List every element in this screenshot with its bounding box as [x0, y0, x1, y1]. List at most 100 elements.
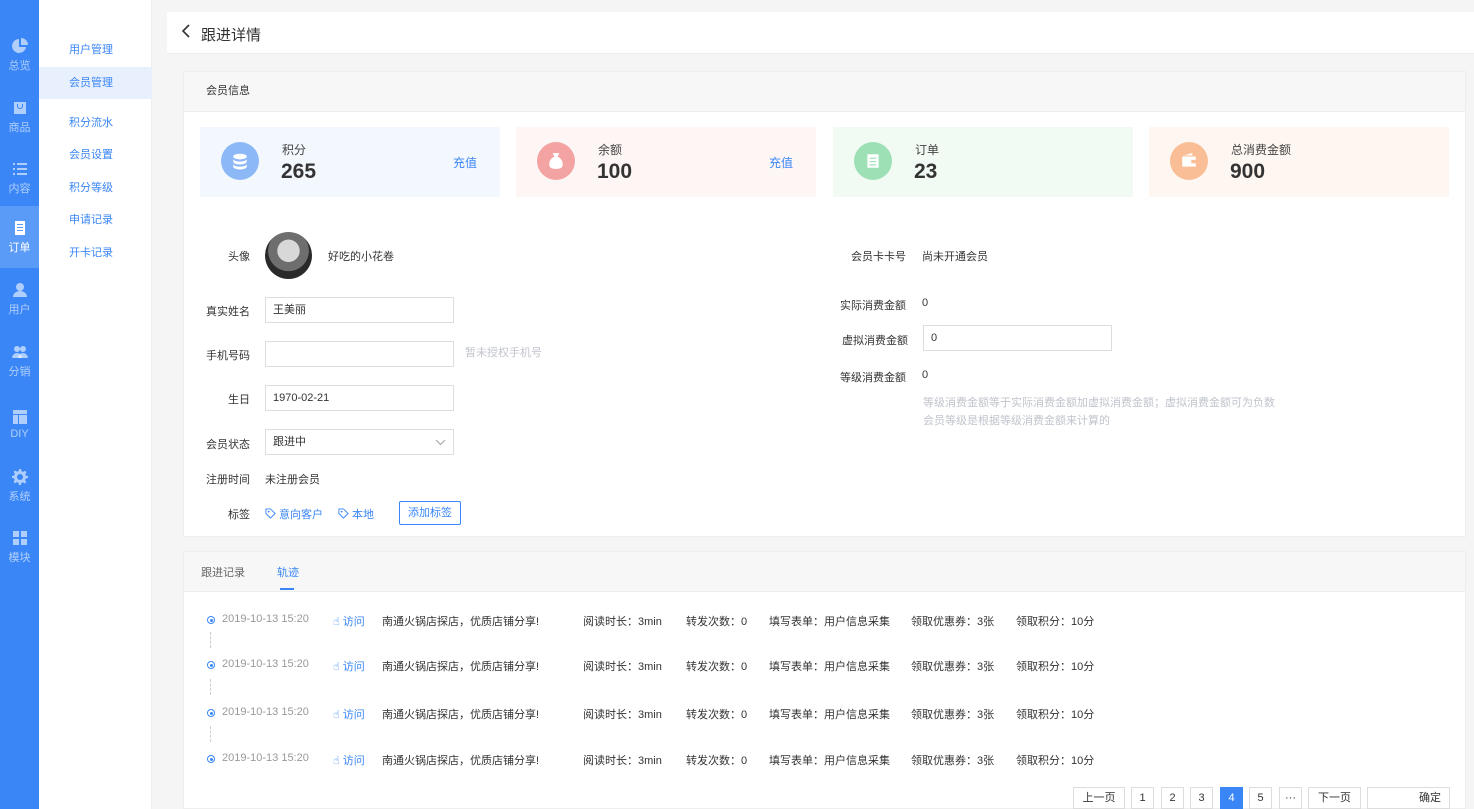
timeline-time: 2019-10-13 15:20 [222, 706, 309, 718]
birthday-label: 生日 [228, 394, 250, 406]
nav-label: 分销 [8, 365, 31, 378]
page-jump-input[interactable]: 确定 [1367, 787, 1450, 809]
timeline-points: 领取积分：10分 [1016, 616, 1095, 628]
page-button[interactable]: 1 [1131, 787, 1154, 809]
prev-page-button[interactable]: 上一页 [1073, 787, 1125, 809]
stat-label: 余额 [598, 143, 623, 157]
birthday-input[interactable]: 1970-02-21 [265, 385, 454, 411]
nav-users[interactable]: 用户 [0, 268, 39, 330]
timeline-type: ☝ 访问 [333, 658, 365, 674]
nav-label: 商品 [8, 121, 31, 134]
nav-products[interactable]: 商品 [0, 86, 39, 148]
nav-overview[interactable]: 总览 [0, 24, 39, 86]
nav-label: 模块 [8, 551, 31, 564]
recharge-points-link[interactable]: 充值 [453, 154, 477, 171]
nav-system[interactable]: 系统 [0, 455, 39, 517]
sub-nav: 用户管理 会员管理 积分流水 会员设置 积分等级 申请记录 开卡记录 [39, 0, 152, 809]
timeline-connector [210, 632, 211, 648]
page-ellipsis[interactable]: ··· [1279, 787, 1302, 809]
tab-trajectory[interactable]: 轨迹 [277, 564, 299, 580]
timeline-share: 转发次数：0 [686, 616, 748, 628]
page-button-current[interactable]: 4 [1220, 787, 1243, 809]
timeline-coupon: 领取优惠券：3张 [911, 709, 995, 721]
timeline-title[interactable]: 南通火锅店探店，优质店铺分享! [382, 658, 539, 674]
timeline-connector [210, 726, 211, 742]
tab-follow-records[interactable]: 跟进记录 [201, 564, 245, 580]
coins-icon [221, 142, 259, 180]
page-title: 跟进详情 [201, 27, 262, 44]
tag-label: 意向客户 [279, 509, 323, 521]
virtual-spend-label: 虚拟消费金额 [842, 335, 908, 347]
subnav-apply-records[interactable]: 申请记录 [39, 204, 152, 236]
stat-total-spend: 总消费金额 900 [1149, 127, 1449, 197]
status-select[interactable]: 跟进中 [265, 429, 454, 455]
timeline-coupon: 领取优惠券：3张 [911, 755, 995, 767]
real-name-label: 真实姓名 [206, 306, 250, 318]
level-spend-hint: 等级消费金额等于实际消费金额加虚拟消费金额；虚拟消费金额可为负数 [923, 397, 1275, 409]
nav-modules[interactable]: 模块 [0, 516, 39, 578]
wallet-icon [1170, 142, 1208, 180]
subnav-points-level[interactable]: 积分等级 [39, 172, 152, 204]
section-title: 会员信息 [184, 72, 1465, 112]
timeline-form: 填写表单：用户信息采集 [769, 661, 890, 673]
nav-diy[interactable]: DIY [0, 393, 39, 455]
subnav-member-management[interactable]: 会员管理 [39, 67, 152, 99]
nav-distribution[interactable]: 分销 [0, 330, 39, 392]
nav-content[interactable]: 内容 [0, 147, 39, 209]
document-icon [14, 220, 25, 235]
timeline-type-label: 访问 [342, 616, 365, 628]
subnav-points-flow[interactable]: 积分流水 [39, 107, 152, 139]
timeline-points: 领取积分：10分 [1016, 755, 1095, 767]
timeline-form: 填写表单：用户信息采集 [769, 709, 890, 721]
status-label: 会员状态 [206, 439, 250, 451]
timeline-title[interactable]: 南通火锅店探店，优质店铺分享! [382, 613, 539, 629]
next-page-button[interactable]: 下一页 [1308, 787, 1361, 809]
nav-label: 内容 [8, 182, 31, 195]
confirm-jump-button[interactable]: 确定 [1419, 792, 1441, 804]
subnav-user-management[interactable]: 用户管理 [39, 34, 152, 66]
nav-label: 用户 [8, 303, 31, 316]
add-tag-button[interactable]: 添加标签 [399, 501, 461, 525]
tag-local[interactable]: 本地 [338, 506, 374, 522]
timeline-title[interactable]: 南通火锅店探店，优质店铺分享! [382, 706, 539, 722]
phone-label: 手机号码 [206, 350, 250, 362]
page-button[interactable]: 5 [1249, 787, 1272, 809]
bag-icon [13, 101, 26, 114]
phone-input[interactable] [265, 341, 454, 367]
main-nav-rail: 总览 商品 内容 订单 用户 分销 DIY 系统 模块 [0, 0, 39, 809]
order-list-icon [854, 142, 892, 180]
timeline-connector [210, 679, 211, 695]
status-value: 跟进中 [273, 436, 306, 448]
subnav-member-settings[interactable]: 会员设置 [39, 139, 152, 171]
card-no-value: 尚未开通会员 [922, 251, 988, 263]
avatar [265, 232, 312, 279]
subnav-card-records[interactable]: 开卡记录 [39, 237, 152, 269]
register-label: 注册时间 [206, 474, 250, 486]
timeline-type-label: 访问 [342, 661, 365, 673]
timeline-title[interactable]: 南通火锅店探店，优质店铺分享! [382, 752, 539, 768]
tag-intent-customer[interactable]: 意向客户 [265, 506, 323, 522]
timeline-points: 领取积分：10分 [1016, 661, 1095, 673]
page-button[interactable]: 2 [1161, 787, 1184, 809]
page-button[interactable]: 3 [1190, 787, 1213, 809]
pointer-icon: ☝ [333, 661, 340, 673]
user-icon [12, 282, 27, 297]
page-header: 跟进详情 [167, 12, 1474, 54]
timeline-points: 领取积分：10分 [1016, 709, 1095, 721]
timeline-type: ☝ 访问 [333, 706, 365, 722]
timeline-read: 阅读时长：3min [583, 616, 662, 628]
level-spend-label: 等级消费金额 [840, 372, 906, 384]
card-no-label: 会员卡卡号 [851, 251, 906, 263]
timeline-type: ☝ 访问 [333, 752, 365, 768]
timeline-coupon: 领取优惠券：3张 [911, 661, 995, 673]
timeline-dot-icon [207, 616, 215, 624]
back-arrow-icon[interactable] [181, 24, 191, 43]
real-name-input[interactable]: 王美丽 [265, 297, 454, 323]
tag-label: 本地 [352, 509, 374, 521]
timeline-form: 填写表单：用户信息采集 [769, 616, 890, 628]
virtual-spend-input[interactable]: 0 [923, 325, 1112, 351]
nav-orders[interactable]: 订单 [0, 206, 39, 268]
list-icon [12, 162, 27, 175]
recharge-balance-link[interactable]: 充值 [769, 154, 793, 171]
timeline-type-label: 访问 [342, 709, 365, 721]
